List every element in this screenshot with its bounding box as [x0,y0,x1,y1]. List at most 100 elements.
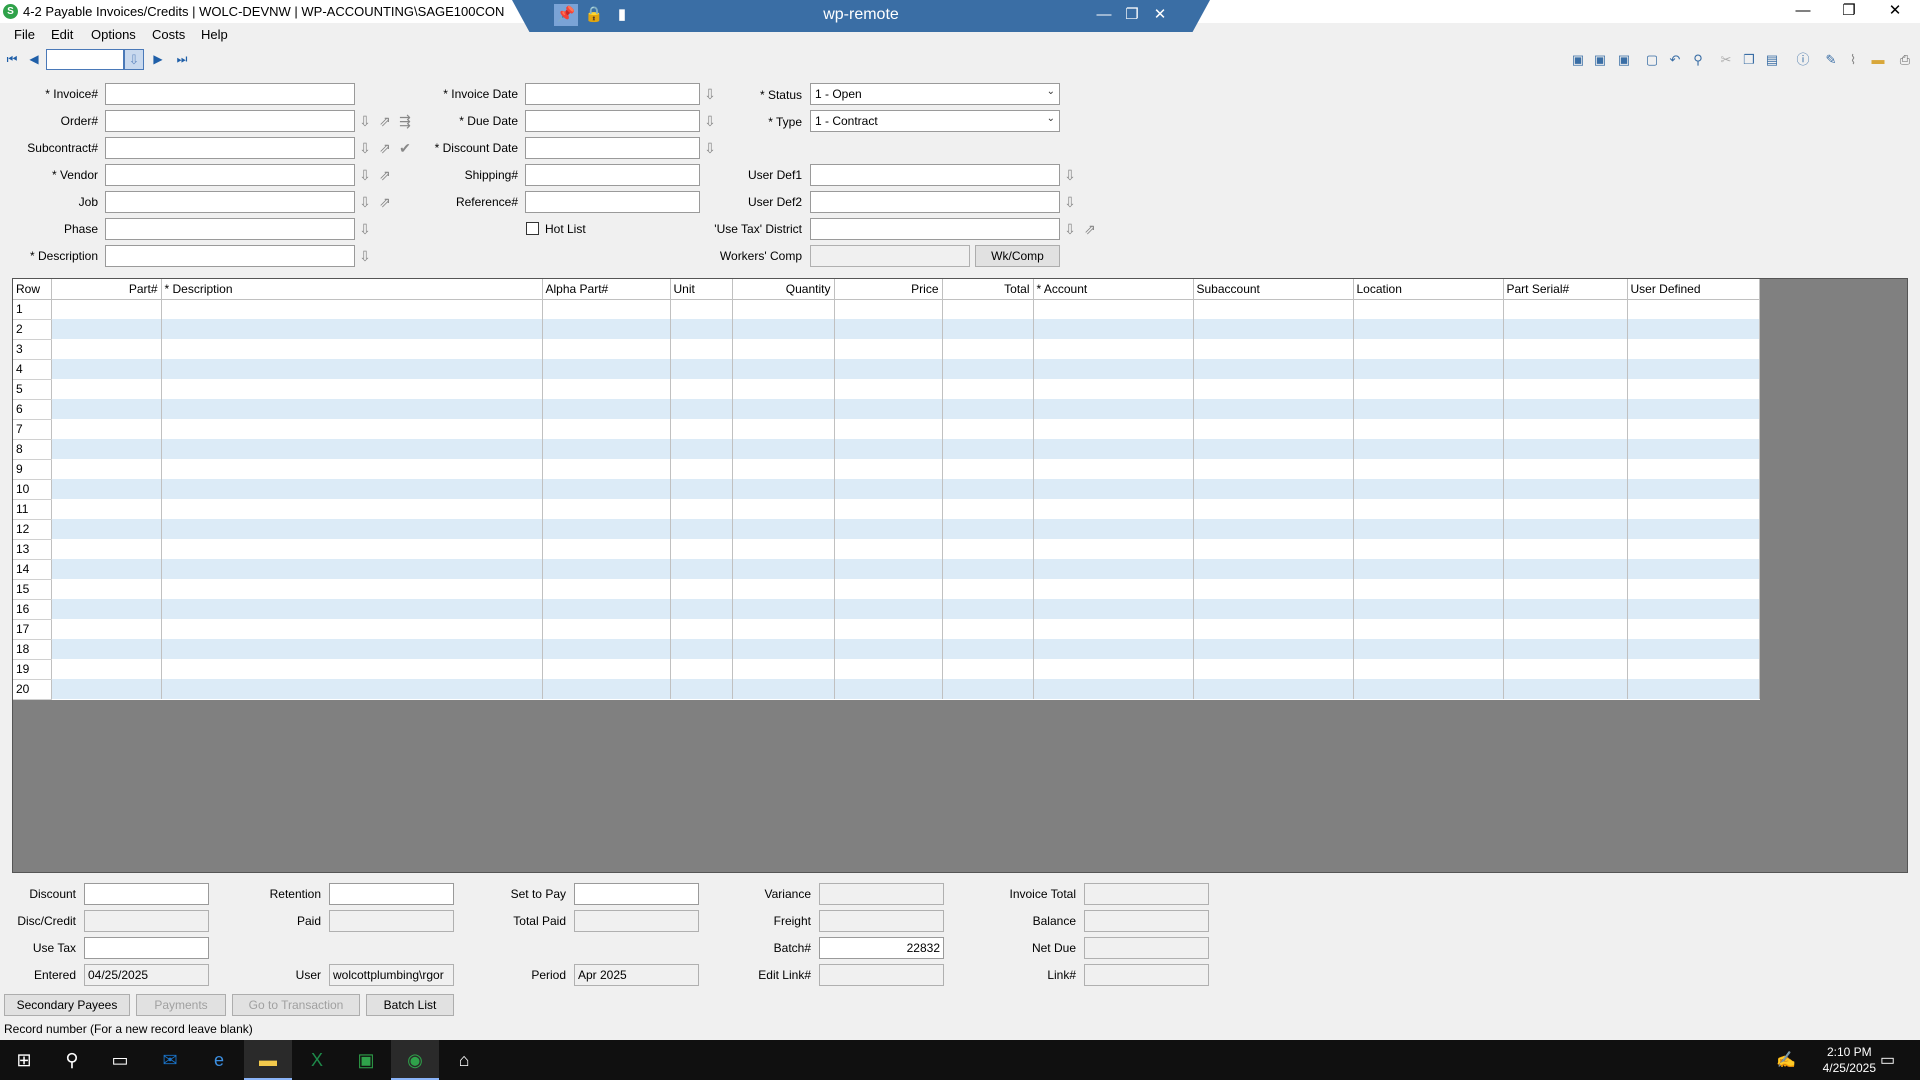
restore-button[interactable]: ❐ [1826,0,1872,23]
table-row[interactable]: 20 [13,679,1760,700]
grid-cell[interactable] [161,659,543,679]
grid-cell[interactable] [942,619,1034,639]
grid-cell[interactable] [542,539,671,559]
grid-cell[interactable] [1193,639,1354,659]
grid-cell[interactable] [1627,439,1760,459]
grid-cell[interactable] [1193,479,1354,499]
grid-cell[interactable] [1353,359,1504,379]
grid-cell[interactable] [1503,539,1628,559]
grid-cell[interactable] [161,299,543,319]
grid-cell[interactable] [942,379,1034,399]
grid-cell[interactable] [732,479,835,499]
invoice-date-field[interactable] [525,83,700,105]
table-row[interactable]: 4 [13,359,1760,380]
grid-cell[interactable] [161,559,543,579]
grid-cell[interactable] [1193,679,1354,699]
grid-cell[interactable] [942,559,1034,579]
grid-cell[interactable] [1503,339,1628,359]
grid-cell[interactable] [1353,599,1504,619]
grid-cell[interactable] [542,299,671,319]
grid-cell[interactable] [1353,339,1504,359]
grid-cell[interactable] [51,659,162,679]
minimize-button[interactable]: — [1780,0,1826,23]
grid-cell[interactable] [1033,679,1194,699]
grid-cell[interactable] [942,639,1034,659]
grid-cell[interactable] [732,459,835,479]
grid-cell[interactable] [1033,499,1194,519]
grid-cell[interactable] [542,439,671,459]
first-record-icon[interactable]: ⏮ [4,50,20,68]
lookup-arrow-icon[interactable]: ⇩ [357,166,373,184]
go-to-transaction-button[interactable]: Go to Transaction [232,994,360,1016]
grid-cell[interactable] [1627,579,1760,599]
grid-cell[interactable] [1353,579,1504,599]
table-row[interactable]: 10 [13,479,1760,500]
grid-cell[interactable] [1503,399,1628,419]
grid-cell[interactable] [1503,459,1628,479]
jump-icon[interactable]: ⇗ [377,166,393,184]
grid-cell[interactable] [670,499,733,519]
task-view-icon[interactable]: ▭ [96,1040,144,1080]
grid-cell[interactable] [670,419,733,439]
table-row[interactable]: 5 [13,379,1760,400]
grid-cell[interactable] [51,479,162,499]
grid-cell[interactable] [670,479,733,499]
grid-cell[interactable] [1627,679,1760,699]
grid-cell[interactable] [161,439,543,459]
grid-cell[interactable] [1193,619,1354,639]
grid-cell[interactable] [1353,419,1504,439]
lookup-arrow-icon[interactable]: ⇩ [357,139,373,157]
grid-cell[interactable] [1353,659,1504,679]
grid-cell[interactable] [1193,539,1354,559]
grid-cell[interactable] [161,579,543,599]
grid-cell[interactable] [834,679,943,699]
grid-cell[interactable] [1627,599,1760,619]
grid-cell[interactable] [161,419,543,439]
vendor-field[interactable] [105,164,355,186]
grid-cell[interactable] [1033,399,1194,419]
spc-icon[interactable]: ⌂ [440,1040,488,1080]
table-row[interactable]: 11 [13,499,1760,520]
grid-cell[interactable] [51,579,162,599]
pen-icon[interactable]: ✍ [1776,1050,1796,1070]
table-row[interactable]: 2 [13,319,1760,340]
column-header-unit[interactable]: Unit [670,279,733,300]
grid-cell[interactable] [942,419,1034,439]
last-record-icon[interactable]: ⏭ [174,50,190,68]
column-header-location[interactable]: Location [1353,279,1504,300]
grid-cell[interactable] [732,499,835,519]
wkcomp-button[interactable]: Wk/Comp [975,245,1060,267]
grid-cell[interactable] [51,359,162,379]
grid-cell[interactable] [1627,479,1760,499]
menu-options[interactable]: Options [91,27,136,42]
grid-cell[interactable] [732,599,835,619]
grid-cell[interactable] [51,619,162,639]
grid-cell[interactable] [834,319,943,339]
grid-cell[interactable] [1627,499,1760,519]
grid-cell[interactable] [942,679,1034,699]
grid-cell[interactable] [732,639,835,659]
grid-cell[interactable] [942,339,1034,359]
grid-cell[interactable] [51,639,162,659]
grid-cell[interactable] [942,539,1034,559]
grid-cell[interactable] [732,339,835,359]
close-button[interactable]: ✕ [1872,0,1918,23]
jump-icon[interactable]: ⇗ [377,112,393,130]
grid-cell[interactable] [1033,319,1194,339]
grid-cell[interactable] [1627,299,1760,319]
grid-cell[interactable] [542,379,671,399]
grid-cell[interactable] [670,319,733,339]
record-lookup-button[interactable]: ⇩ [124,49,144,70]
grid-cell[interactable] [542,319,671,339]
grid-cell[interactable] [542,479,671,499]
grid-cell[interactable] [834,379,943,399]
column-header-description[interactable]: * Description [161,279,543,300]
grid-cell[interactable] [1033,639,1194,659]
grid-cell[interactable] [732,659,835,679]
grid-cell[interactable] [834,439,943,459]
grid-cell[interactable] [670,359,733,379]
grid-cell[interactable] [670,519,733,539]
lookup-arrow-icon[interactable]: ⇩ [357,193,373,211]
notification-icon[interactable]: ▭ [1880,1050,1895,1070]
lookup-arrow-icon[interactable]: ⇩ [1062,193,1078,211]
